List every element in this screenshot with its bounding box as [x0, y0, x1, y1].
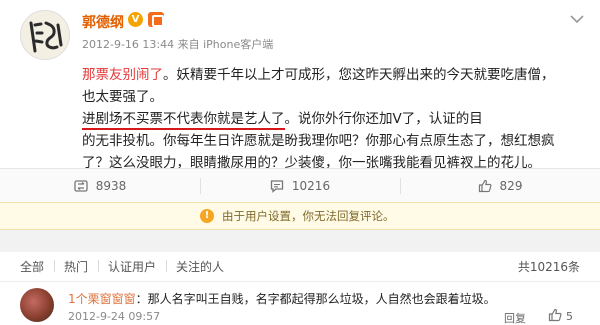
like-button[interactable]: 829: [400, 169, 600, 202]
post-line-2: 也太要强了。: [82, 86, 582, 108]
repost-icon: [74, 179, 88, 193]
reply-button[interactable]: 回复: [504, 310, 526, 325]
comment-count: 10216: [291, 178, 331, 193]
author-name[interactable]: 郭德纲: [82, 12, 124, 32]
verified-badge-icon: V: [128, 12, 143, 27]
calligraphy-avatar-icon: [21, 11, 69, 59]
filter-tab-following[interactable]: 关注的人: [166, 258, 234, 275]
filter-tab-verified[interactable]: 认证用户: [98, 258, 166, 275]
comment-icon: [270, 179, 284, 193]
repost-button[interactable]: 8938: [0, 169, 200, 202]
author-avatar[interactable]: [20, 10, 70, 60]
post-text: 。妖精要千年以上才可成形，您这昨天孵出来的今天就要吃唐僧，: [163, 67, 555, 83]
weibo-post: 郭德纲 V 2012-9-16 13:44 来自 iPhone客户端 那票友别闹…: [0, 0, 600, 174]
comment-total: 共10216条: [517, 260, 580, 274]
like-count: 829: [499, 178, 523, 193]
post-line-3: 进剧场不买票不代表你就是艺人了。说你外行你还加V了，认证的目: [82, 108, 582, 130]
action-bar: 8938 10216 829: [0, 168, 600, 202]
vip-icon: [148, 12, 164, 27]
post-text: 。说你外行你还加V了，认证的目: [284, 111, 483, 127]
comment-item: 1个栗窗窗窗：那人名字叫王自贱，名字都起得那么垃圾，人自然也会跟着垃圾。 201…: [0, 282, 600, 325]
post-timestamp: 2012-9-16 13:44 来自 iPhone客户端: [82, 38, 274, 51]
comment-button[interactable]: 10216: [200, 169, 400, 202]
notice-text: 由于用户设置，你无法回复评论。: [222, 209, 395, 223]
repost-count: 8938: [95, 178, 127, 193]
post-text: 也太要强了。: [82, 89, 163, 105]
reply-restricted-notice: ! 由于用户设置，你无法回复评论。: [0, 202, 600, 230]
chevron-down-icon[interactable]: [570, 14, 584, 24]
comment-content: 1个栗窗窗窗：那人名字叫王自贱，名字都起得那么垃圾，人自然也会跟着垃圾。: [68, 290, 496, 307]
highlighted-text: 那票友别闹了: [82, 67, 163, 83]
comment-text: ：那人名字叫王自贱，名字都起得那么垃圾，人自然也会跟着垃圾。: [135, 292, 496, 306]
commenter-name[interactable]: 1个栗窗窗窗: [68, 292, 136, 306]
thumbs-up-icon[interactable]: [548, 308, 562, 322]
warning-icon: !: [200, 209, 214, 223]
section-divider: [0, 230, 600, 252]
comment-filter-bar: 全部 热门 认证用户 关注的人 共10216条: [0, 252, 600, 282]
filter-tab-all[interactable]: 全部: [0, 258, 54, 275]
commenter-avatar[interactable]: [20, 288, 54, 322]
post-line-4: 的无非投机。你每年生日许愿就是盼我理你吧？你那心有点原生态了，想红想疯: [82, 130, 582, 152]
post-body: 那票友别闹了。妖精要千年以上才可成形，您这昨天孵出来的今天就要吃唐僧， 也太要强…: [82, 64, 582, 174]
comment-time: 2012-9-24 09:57: [68, 310, 161, 323]
post-text: 的无非投机。你每年生日许愿就是盼我理你吧？你那心有点原生态了，想红想疯: [82, 133, 555, 149]
underlined-text: 进剧场不买票不代表你就是艺人了: [82, 111, 285, 130]
comment-like-count: 5: [566, 310, 573, 323]
thumbs-up-icon: [478, 179, 492, 193]
post-line-1: 那票友别闹了。妖精要千年以上才可成形，您这昨天孵出来的今天就要吃唐僧，: [82, 64, 582, 86]
filter-tab-hot[interactable]: 热门: [54, 258, 98, 275]
